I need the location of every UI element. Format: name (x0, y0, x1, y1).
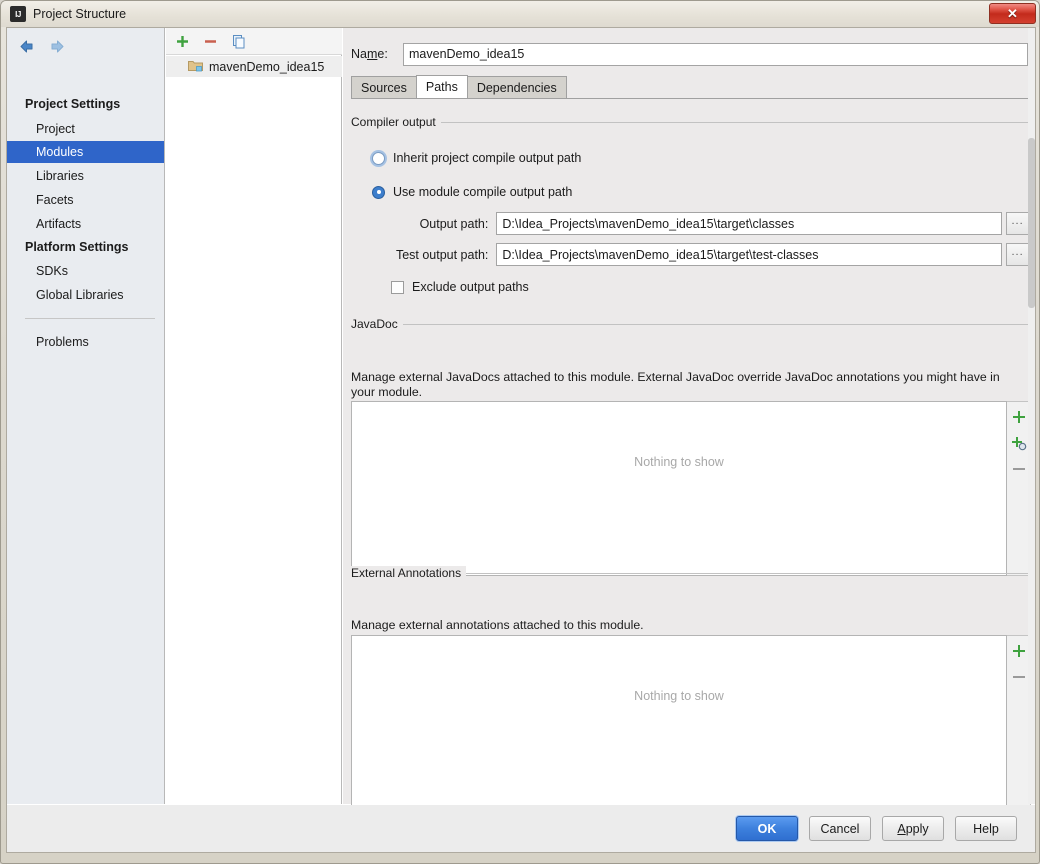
dialog-button-bar: OK Cancel Apply Help (6, 805, 1036, 853)
module-tabs: Sources Paths Dependencies (351, 75, 1031, 99)
radio-use-module-indicator (372, 185, 385, 199)
dialog-body: Project Settings Project Modules Librari… (6, 27, 1036, 805)
modules-tree-panel: mavenDemo_idea15 (166, 28, 342, 804)
sidebar-item-modules[interactable]: Modules (7, 141, 164, 163)
compiler-output-group-line (351, 122, 1029, 123)
minus-icon[interactable] (1010, 668, 1028, 686)
sidebar-item-artifacts[interactable]: Artifacts (7, 213, 164, 235)
apply-button[interactable]: Apply (882, 816, 944, 841)
tab-sources[interactable]: Sources (351, 76, 417, 98)
javadoc-group-line (351, 324, 1029, 325)
output-path-input[interactable]: D:\Idea_Projects\mavenDemo_idea15\target… (496, 212, 1003, 235)
external-annotations-list[interactable]: Nothing to show (351, 635, 1007, 805)
detail-scrollbar-thumb[interactable] (1028, 138, 1035, 308)
output-path-row: Output path: D:\Idea_Projects\mavenDemo_… (351, 212, 1030, 235)
module-name-label: Name: (351, 47, 388, 61)
radio-use-module-label: Use module compile output path (393, 185, 573, 199)
cancel-button[interactable]: Cancel (809, 816, 871, 841)
title-bar: Project Structure ✕ (1, 1, 1039, 27)
radio-use-module-output[interactable]: Use module compile output path (372, 185, 572, 199)
help-button[interactable]: Help (955, 816, 1017, 841)
sidebar-group-platform-settings-header: Platform Settings (25, 240, 129, 254)
module-name-row: Name: mavenDemo_idea15 (351, 42, 1031, 66)
tab-paths[interactable]: Paths (415, 75, 468, 98)
tab-dependencies[interactable]: Dependencies (466, 76, 567, 98)
javadoc-list[interactable]: Nothing to show (351, 401, 1007, 576)
plus-icon[interactable] (1010, 642, 1028, 660)
test-output-path-label: Test output path: (395, 247, 489, 262)
javadoc-empty-text: Nothing to show (634, 455, 724, 469)
modules-toolbar (166, 28, 342, 55)
project-structure-dialog: Project Structure ✕ Project Settings (0, 0, 1040, 864)
module-folder-icon (188, 59, 203, 75)
compiler-output-group-title: Compiler output (351, 115, 441, 129)
sidebar-item-global-libraries[interactable]: Global Libraries (7, 284, 164, 306)
exclude-output-paths-checkbox[interactable]: Exclude output paths (391, 280, 529, 294)
copy-icon[interactable] (230, 33, 247, 50)
test-output-path-input[interactable]: D:\Idea_Projects\mavenDemo_idea15\target… (496, 243, 1003, 266)
minus-icon[interactable] (202, 33, 219, 50)
external-annotations-empty-text: Nothing to show (634, 689, 724, 703)
output-path-browse-button[interactable]: ... (1006, 212, 1030, 235)
tab-filler (566, 97, 1031, 98)
sidebar-item-libraries[interactable]: Libraries (7, 165, 164, 187)
detail-scrollbar[interactable] (1028, 28, 1035, 804)
compiler-output-group: Compiler output (351, 115, 1029, 129)
sidebar-item-sdks[interactable]: SDKs (7, 260, 164, 282)
sidebar-item-facets[interactable]: Facets (7, 189, 164, 211)
external-annotations-description: Manage external annotations attached to … (351, 618, 644, 632)
intellij-idea-icon (10, 6, 26, 22)
minus-icon[interactable] (1010, 460, 1028, 478)
javadoc-group-title: JavaDoc (351, 317, 403, 331)
javadoc-group: JavaDoc (351, 317, 1029, 331)
settings-sidebar: Project Settings Project Modules Librari… (7, 28, 165, 804)
ok-button[interactable]: OK (736, 816, 798, 841)
sidebar-group-project-settings-header: Project Settings (25, 97, 121, 111)
close-icon[interactable]: ✕ (989, 3, 1036, 24)
tree-node-module[interactable]: mavenDemo_idea15 (166, 56, 342, 77)
sidebar-item-project[interactable]: Project (7, 118, 164, 140)
test-output-path-row: Test output path: D:\Idea_Projects\maven… (351, 243, 1030, 266)
radio-inherit-project-output[interactable]: Inherit project compile output path (372, 151, 581, 165)
exclude-output-paths-box (391, 280, 404, 294)
plus-icon[interactable] (1010, 408, 1028, 426)
external-annotations-group-title: External Annotations (351, 566, 467, 580)
plus-url-icon[interactable] (1010, 434, 1028, 452)
arrow-right-icon[interactable] (48, 37, 67, 56)
module-detail-pane: Name: mavenDemo_idea15 Sources Paths Dep… (343, 28, 1035, 805)
external-annotations-group: External Annotations (351, 566, 1029, 580)
plus-icon[interactable] (174, 33, 191, 50)
radio-inherit-indicator (372, 151, 385, 165)
test-output-path-browse-button[interactable]: ... (1006, 243, 1030, 266)
exclude-output-paths-label: Exclude output paths (412, 280, 529, 294)
window-title: Project Structure (33, 7, 127, 21)
output-path-label: Output path: (419, 216, 489, 231)
arrow-left-icon[interactable] (17, 37, 36, 56)
sidebar-item-problems[interactable]: Problems (7, 331, 164, 353)
javadoc-description: Manage external JavaDocs attached to thi… (351, 370, 1000, 399)
radio-inherit-label: Inherit project compile output path (393, 151, 582, 165)
sidebar-divider (25, 318, 155, 319)
tree-node-label: mavenDemo_idea15 (209, 59, 325, 74)
sidebar-nav-arrows (17, 37, 67, 56)
module-name-input[interactable]: mavenDemo_idea15 (403, 42, 1028, 66)
